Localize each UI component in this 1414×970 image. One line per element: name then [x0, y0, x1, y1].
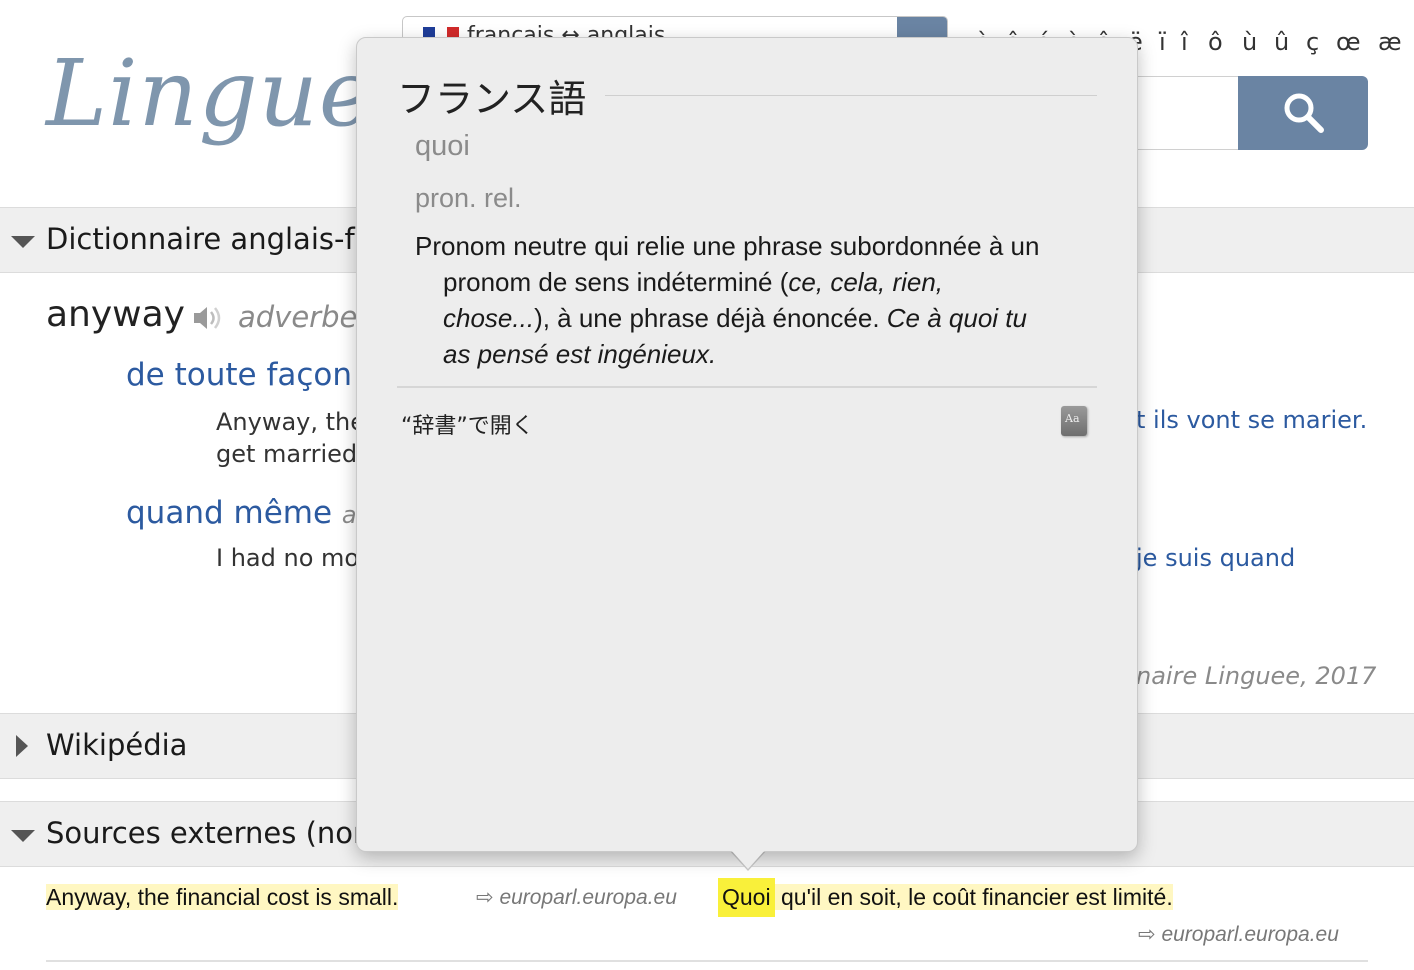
highlight-en: Anyway, [46, 884, 132, 910]
popover-word: quoi [415, 130, 470, 162]
expand-icon [16, 735, 28, 757]
copyright-note: naire Linguee, 2017 [1136, 662, 1377, 690]
definition-text: pronom de sens indéterminé ( [443, 267, 789, 297]
definition-line: Pronom neutre qui relie une phrase subor… [415, 231, 1040, 261]
headword-pos: adverbe [238, 300, 358, 334]
external-source-1[interactable]: ⇨ europarl.europa.eu [476, 885, 677, 910]
example-en-line: Anyway, the [216, 408, 366, 436]
translation-1-term[interactable]: de toute façon a [126, 357, 377, 393]
headword: anyway [46, 294, 185, 335]
example-fr-rest: qu'il en soit, le coût financier est lim… [774, 884, 1173, 910]
special-char[interactable]: û [1274, 28, 1289, 56]
popover-language: フランス語 [397, 77, 587, 121]
external-source-2[interactable]: ⇨ europarl.europa.eu [1138, 922, 1339, 947]
definition-line: as pensé est ingénieux. [415, 336, 1105, 372]
wikipedia-section-title: Wikipédia [46, 728, 188, 762]
translation-2-example-en: I had no mo [216, 544, 360, 572]
definition-example: as pensé est ingénieux. [443, 339, 717, 369]
external-link-icon: ⇨ [1138, 923, 1156, 946]
special-char[interactable]: ù [1242, 28, 1257, 56]
translation-1-example-en: Anyway, the get married [216, 406, 365, 470]
collapse-icon [11, 236, 35, 248]
collapse-icon [11, 830, 35, 842]
example-en-rest: the financial cost is small. [131, 884, 399, 910]
special-char[interactable]: ï [1159, 28, 1166, 56]
popover-arrow [730, 849, 766, 869]
source-domain: europarl.europa.eu [499, 886, 677, 909]
translation-1-example-fr: t ils vont se marier. [1136, 406, 1368, 434]
dictionary-app-icon[interactable]: Aa [1061, 406, 1087, 436]
external-example-en: Anyway, the financial cost is small. [46, 884, 399, 911]
linguee-logo[interactable]: Linguee [46, 40, 429, 170]
search-icon [1284, 93, 1324, 133]
search-button[interactable] [1238, 76, 1368, 150]
special-char[interactable]: î [1181, 28, 1188, 56]
special-char[interactable]: æ [1378, 28, 1402, 56]
translation-2-term[interactable]: quand même ac [126, 495, 370, 531]
popover-definition: Pronom neutre qui relie une phrase subor… [415, 228, 1105, 372]
definition-italic: chose... [443, 303, 535, 333]
speaker-icon[interactable] [192, 304, 226, 332]
dictionary-icon-text: Aa [1065, 412, 1080, 425]
open-in-dictionary-link[interactable]: “辞書”で開く [401, 408, 534, 440]
special-char[interactable]: œ [1336, 28, 1361, 56]
source-domain: europarl.europa.eu [1161, 923, 1339, 946]
external-link-icon: ⇨ [476, 886, 494, 909]
dictionary-popover: フランス語 quoi pron. rel. Pronom neutre qui … [356, 37, 1138, 852]
external-section-title: Sources externes (non [46, 816, 372, 850]
popover-pos: pron. rel. [415, 183, 522, 213]
definition-italic: ce, cela, rien, [788, 267, 944, 297]
special-char[interactable]: ô [1208, 28, 1223, 56]
translation-1-text: de toute façon [126, 357, 353, 393]
definition-example: Ce à quoi tu [886, 303, 1027, 333]
highlight-fr[interactable]: Quoi [718, 878, 775, 917]
special-char[interactable]: ç [1306, 28, 1319, 56]
external-example-fr: Quoi qu'il en soit, le coût financier es… [718, 878, 1173, 917]
definition-text: ), à une phrase déjà énoncée. [534, 303, 887, 333]
translation-2-example-fr: je suis quand [1136, 544, 1296, 572]
popover-language-rule [605, 95, 1097, 96]
translation-2-text: quand même [126, 495, 333, 531]
row-divider [46, 960, 1368, 962]
dictionary-section-title: Dictionnaire anglais-fra [46, 222, 385, 256]
example-en-line: get married [216, 440, 358, 468]
definition-line: pronom de sens indéterminé (ce, cela, ri… [415, 264, 1105, 300]
popover-divider [397, 386, 1097, 388]
definition-line: chose...), à une phrase déjà énoncée. Ce… [415, 300, 1105, 336]
